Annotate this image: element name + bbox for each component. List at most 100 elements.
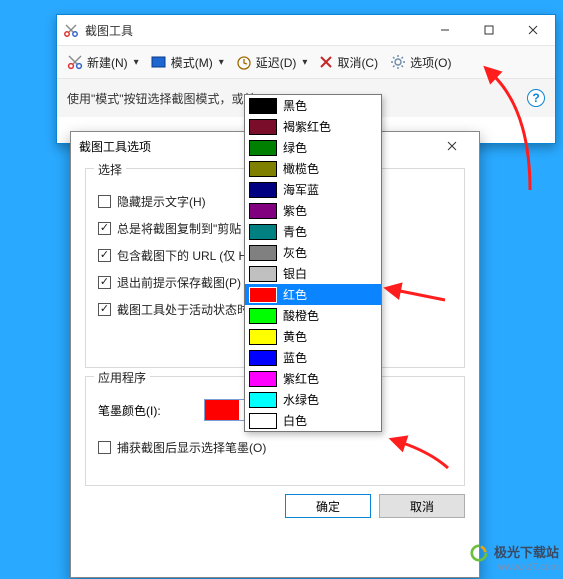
color-option[interactable]: 灰色 (245, 242, 381, 263)
ink-color-swatch (205, 400, 239, 420)
mode-button[interactable]: 模式(M) ▾ (147, 50, 228, 75)
color-name: 银白 (283, 265, 307, 282)
color-name: 红色 (283, 286, 307, 303)
color-swatch (249, 98, 277, 114)
new-button[interactable]: 新建(N) ▾ (63, 50, 143, 75)
chevron-down-icon: ▾ (219, 57, 224, 68)
checkbox-include-url[interactable] (98, 249, 111, 262)
color-option[interactable]: 白色 (245, 410, 381, 431)
color-swatch (249, 203, 277, 219)
color-name: 白色 (283, 412, 307, 429)
checkbox-hide-hint[interactable] (98, 195, 111, 208)
maximize-button[interactable] (467, 15, 511, 45)
ink-color-label: 笔墨颜色(I): (98, 402, 194, 419)
color-option[interactable]: 褐紫红色 (245, 116, 381, 137)
chevron-down-icon: ▾ (302, 57, 307, 68)
color-option[interactable]: 海军蓝 (245, 179, 381, 200)
scissors-app-icon (63, 22, 79, 38)
ok-button[interactable]: 确定 (285, 494, 371, 518)
label-capture-ink: 捕获截图后显示选择笔墨(O) (117, 439, 266, 456)
watermark: 极光下载站 www.xz7.com (470, 542, 559, 573)
color-name: 黑色 (283, 97, 307, 114)
rectangle-mode-icon (151, 55, 167, 69)
color-swatch (249, 119, 277, 135)
close-button[interactable] (511, 15, 555, 45)
watermark-url: www.xz7.com (470, 562, 559, 573)
group-select-legend: 选择 (94, 161, 126, 178)
new-label: 新建(N) (87, 54, 128, 71)
color-swatch (249, 329, 277, 345)
color-name: 绿色 (283, 139, 307, 156)
color-option[interactable]: 紫红色 (245, 368, 381, 389)
delay-button[interactable]: 延迟(D) ▾ (232, 50, 312, 75)
checkbox-prompt-save[interactable] (98, 276, 111, 289)
color-swatch (249, 161, 277, 177)
color-name: 褐紫红色 (283, 118, 331, 135)
label-hide-hint: 隐藏提示文字(H) (117, 193, 206, 210)
color-name: 紫色 (283, 202, 307, 219)
color-name: 橄榄色 (283, 160, 319, 177)
clock-icon (236, 54, 252, 70)
ok-label: 确定 (316, 498, 340, 515)
help-icon[interactable]: ? (527, 89, 545, 107)
color-option[interactable]: 紫色 (245, 200, 381, 221)
checkbox-capture-ink[interactable] (98, 441, 111, 454)
color-swatch (249, 266, 277, 282)
color-name: 酸橙色 (283, 307, 319, 324)
toolbar: 新建(N) ▾ 模式(M) ▾ 延迟(D) ▾ 取消(C) 选项(O) (57, 45, 555, 79)
scissors-icon (67, 54, 83, 70)
options-close-button[interactable] (433, 133, 471, 159)
window-title: 截图工具 (85, 22, 133, 39)
color-option[interactable]: 酸橙色 (245, 305, 381, 326)
color-swatch (249, 140, 277, 156)
watermark-icon (470, 544, 488, 562)
x-icon (319, 55, 333, 69)
cancel-label: 取消 (410, 498, 434, 515)
label-prompt-save: 退出前提示保存截图(P) (117, 274, 241, 291)
mode-label: 模式(M) (171, 54, 213, 71)
checkbox-active-state[interactable] (98, 303, 111, 316)
color-name: 黄色 (283, 328, 307, 345)
cancel-label: 取消(C) (337, 54, 378, 71)
color-swatch (249, 308, 277, 324)
color-swatch (249, 350, 277, 366)
color-option[interactable]: 水绿色 (245, 389, 381, 410)
hint-text: 使用"模式"按钮选择截图模式，或单 (67, 90, 256, 107)
color-option[interactable]: 黄色 (245, 326, 381, 347)
title-bar: 截图工具 (57, 15, 555, 45)
color-swatch (249, 224, 277, 240)
color-option[interactable]: 红色 (245, 284, 381, 305)
label-copy-clip: 总是将截图复制到"剪贴 (117, 220, 241, 237)
label-active-state: 截图工具处于活动状态时 (117, 301, 249, 318)
color-option[interactable]: 黑色 (245, 95, 381, 116)
options-button[interactable]: 选项(O) (386, 50, 455, 75)
watermark-title: 极光下载站 (494, 545, 559, 560)
options-label: 选项(O) (410, 54, 451, 71)
color-name: 海军蓝 (283, 181, 319, 198)
gear-icon (390, 54, 406, 70)
color-swatch (249, 413, 277, 429)
color-option[interactable]: 橄榄色 (245, 158, 381, 179)
cancel-snip-button[interactable]: 取消(C) (315, 50, 382, 75)
color-dropdown-list[interactable]: 黑色褐紫红色绿色橄榄色海军蓝紫色青色灰色银白红色酸橙色黄色蓝色紫红色水绿色白色 (244, 94, 382, 432)
color-swatch (249, 371, 277, 387)
color-option[interactable]: 银白 (245, 263, 381, 284)
checkbox-copy-clip[interactable] (98, 222, 111, 235)
color-option[interactable]: 绿色 (245, 137, 381, 158)
label-include-url: 包含截图下的 URL (仅 H (117, 247, 247, 264)
color-option[interactable]: 蓝色 (245, 347, 381, 368)
color-swatch (249, 392, 277, 408)
chevron-down-icon: ▾ (134, 57, 139, 68)
color-swatch (249, 287, 277, 303)
color-name: 水绿色 (283, 391, 319, 408)
color-option[interactable]: 青色 (245, 221, 381, 242)
options-title: 截图工具选项 (79, 138, 151, 155)
color-name: 灰色 (283, 244, 307, 261)
color-name: 蓝色 (283, 349, 307, 366)
color-swatch (249, 182, 277, 198)
minimize-button[interactable] (423, 15, 467, 45)
color-name: 紫红色 (283, 370, 319, 387)
close-icon (447, 141, 457, 151)
cancel-button[interactable]: 取消 (379, 494, 465, 518)
group-app-legend: 应用程序 (94, 369, 150, 386)
